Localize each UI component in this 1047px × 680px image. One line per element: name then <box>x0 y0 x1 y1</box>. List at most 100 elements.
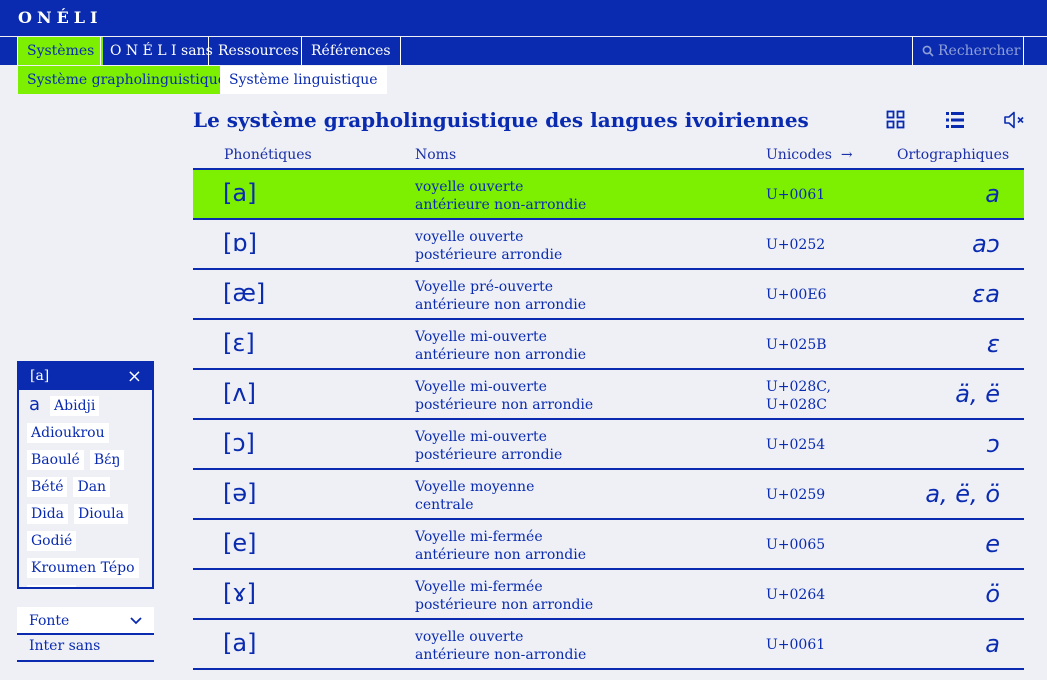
orthographic-form: ɛ <box>986 330 1000 358</box>
unicode-code-line1: U+0254 <box>766 437 826 453</box>
vowel-name: Voyelle pré-ouverte antérieure non arrond… <box>415 278 586 314</box>
vowel-name-line2: antérieure non arrondie <box>415 347 586 363</box>
vowel-name-line1: voyelle ouverte <box>415 179 524 195</box>
font-select[interactable]: Fonte <box>17 607 154 635</box>
font-selected-value: Inter sans <box>17 638 154 662</box>
list-view-icon[interactable] <box>945 110 965 130</box>
phonetic-symbol: [ʌ] <box>223 379 256 407</box>
table-row[interactable]: [e] Voyelle mi-fermée antérieure non arron… <box>193 520 1024 570</box>
phonetic-symbol: [ə] <box>223 479 257 507</box>
unicode-code-line1: U+0252 <box>766 237 826 253</box>
unicode-code: U+0061 <box>766 186 825 204</box>
site-logo[interactable]: ONÉLI <box>18 8 103 27</box>
unicode-code: U+0061 <box>766 636 825 654</box>
language-chip[interactable]: Dioula <box>74 504 128 524</box>
unicode-code: U+0254 <box>766 436 825 454</box>
table-header: Phonétiques Noms Unicodes → Ortographiqu… <box>193 142 1024 170</box>
unicode-code-line2: U+028C <box>766 397 827 413</box>
header-unicodes[interactable]: Unicodes → <box>766 147 853 163</box>
phonetic-symbol: [a] <box>223 629 257 657</box>
language-list: a Abidji Adioukrou Baoulé Bɛ́ŋ Bété Dan Dida Di… <box>19 390 152 587</box>
unicode-code-line1: U+0264 <box>766 587 826 603</box>
phonetic-symbol: [ɛ] <box>223 329 255 357</box>
tab-systeme-grapholinguistique[interactable]: Système grapholinguistique <box>18 66 235 94</box>
table-row[interactable]: [æ] Voyelle pré-ouverte antérieure non arr… <box>193 270 1024 320</box>
language-chip[interactable]: Bɛ́ŋ <box>89 450 125 470</box>
vowel-name-line2: postérieure arrondie <box>415 247 563 263</box>
search-input[interactable]: Rechercher <box>912 37 1024 65</box>
tab-systeme-linguistique[interactable]: Système linguistique <box>220 66 387 94</box>
phonetic-symbol: [ɒ] <box>223 229 257 257</box>
vowel-name: Voyelle mi-ouverte postérieure arrondie <box>415 428 562 464</box>
panel-title: [a] <box>30 368 50 384</box>
vowel-name-line1: voyelle ouverte <box>415 629 524 645</box>
phonetic-symbol: [æ] <box>223 279 266 307</box>
table-row[interactable]: [a] voyelle ouverte antérieure non-arrondi… <box>193 170 1024 220</box>
phonetic-symbol: [e] <box>223 529 257 557</box>
vowel-table: Phonétiques Noms Unicodes → Ortographiqu… <box>193 142 1024 670</box>
table-row[interactable]: [a] voyelle ouverte antérieure non-arrondi… <box>193 620 1024 670</box>
orthographic-form: a, ë, ö <box>925 480 1000 508</box>
table-row[interactable]: [ʌ] Voyelle mi-ouverte postérieure non arr… <box>193 370 1024 420</box>
nav-item-oneli-sans[interactable]: O N É L I sans <box>100 37 222 65</box>
vowel-name-line2: postérieure non arrondie <box>415 397 594 413</box>
table-row[interactable]: [ɔ] Voyelle mi-ouverte postérieure arrondi… <box>193 420 1024 470</box>
table-row[interactable]: [ɛ] Voyelle mi-ouverte antérieure non arro… <box>193 320 1024 370</box>
sort-arrow-icon: → <box>840 147 853 163</box>
table-body: [a] voyelle ouverte antérieure non-arrondi… <box>193 170 1024 670</box>
table-row[interactable]: [ə] Voyelle moyenne centrale U+0259 a, ë, ö <box>193 470 1024 520</box>
unicode-code-line1: U+0065 <box>766 537 826 553</box>
language-chip[interactable]: Muan <box>27 585 76 587</box>
vowel-name: voyelle ouverte postérieure arrondie <box>415 228 562 264</box>
vowel-name-line2: centrale <box>415 497 474 513</box>
sound-off-icon[interactable] <box>1003 110 1027 130</box>
panel-header: [a] × <box>19 363 152 390</box>
header-phonetiques[interactable]: Phonétiques <box>224 147 312 163</box>
table-row[interactable]: [ɒ] voyelle ouverte postérieure arrondie U+… <box>193 220 1024 270</box>
vowel-name: voyelle ouverte antérieure non-arrondie <box>415 178 586 214</box>
close-icon[interactable]: × <box>127 363 142 390</box>
nav-item-references[interactable]: Références <box>301 37 401 65</box>
header-noms[interactable]: Noms <box>415 147 456 163</box>
unicode-code: U+0065 <box>766 536 825 554</box>
vowel-name: Voyelle mi-fermée antérieure non arrondie <box>415 528 586 564</box>
vowel-name-line1: Voyelle mi-fermée <box>415 579 543 595</box>
orthographic-form: ɔ <box>986 430 1000 458</box>
vowel-name: voyelle ouverte antérieure non-arrondie <box>415 628 586 664</box>
phonetic-symbol: [ɤ] <box>223 579 257 607</box>
unicode-code: U+00E6 <box>766 286 826 304</box>
vowel-name-line2: antérieure non arrondie <box>415 297 586 313</box>
table-row[interactable]: [ɤ] Voyelle mi-fermée postérieure non arro… <box>193 570 1024 620</box>
orthographic-form: ɛa <box>972 280 1000 308</box>
grid-view-icon[interactable] <box>886 110 906 130</box>
language-chip[interactable]: Godié <box>27 531 77 551</box>
language-chip[interactable]: Dida <box>27 504 69 524</box>
vowel-name-line1: Voyelle mi-ouverte <box>415 379 547 395</box>
language-chip[interactable]: Baoulé <box>27 450 84 470</box>
nav-item-systemes[interactable]: Systèmes <box>17 37 104 65</box>
vowel-name-line1: voyelle ouverte <box>415 229 524 245</box>
page-title: Le système grapholinguistique des langue… <box>193 108 809 132</box>
vowel-name-line2: antérieure non-arrondie <box>415 647 587 663</box>
unicode-code-line1: U+028C, <box>766 379 831 395</box>
top-bar: ONÉLI <box>0 0 1047 36</box>
vowel-name-line2: postérieure arrondie <box>415 447 563 463</box>
language-chip[interactable]: Bété <box>27 477 68 497</box>
orthographic-form: ö <box>985 580 1000 608</box>
language-chip[interactable]: Kroumen Tépo <box>27 558 139 578</box>
phonetic-symbol: [ɔ] <box>223 429 255 457</box>
vowel-name: Voyelle mi-fermée postérieure non arrondi… <box>415 578 593 614</box>
language-chip[interactable]: Abidji <box>50 396 100 416</box>
unicode-code-line1: U+025B <box>766 337 827 353</box>
main-nav: Systèmes O N É L I sans Ressources Référ… <box>0 37 1047 65</box>
language-chip[interactable]: Adioukrou <box>27 423 109 443</box>
vowel-name-line1: Voyelle moyenne <box>415 479 535 495</box>
language-chip[interactable]: Dan <box>73 477 111 497</box>
unicode-code-line1: U+0061 <box>766 637 826 653</box>
unicode-code: U+0264 <box>766 586 825 604</box>
header-orthographiques[interactable]: Ortographiques <box>897 147 1009 163</box>
nav-item-ressources[interactable]: Ressources <box>208 37 308 65</box>
unicode-code-line1: U+0061 <box>766 187 826 203</box>
unicode-code: U+028C, U+028C <box>766 378 831 414</box>
chevron-down-icon <box>130 617 142 625</box>
